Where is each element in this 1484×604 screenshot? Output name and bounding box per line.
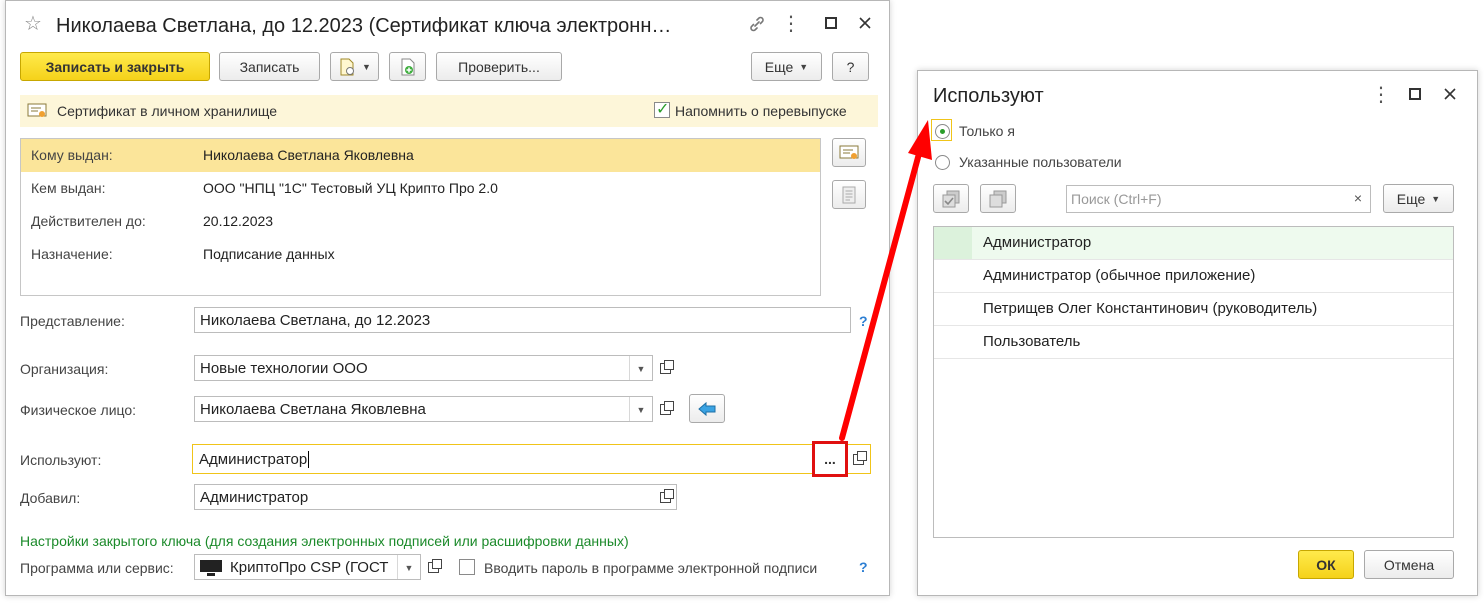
annotation-arrow-icon (839, 120, 932, 441)
